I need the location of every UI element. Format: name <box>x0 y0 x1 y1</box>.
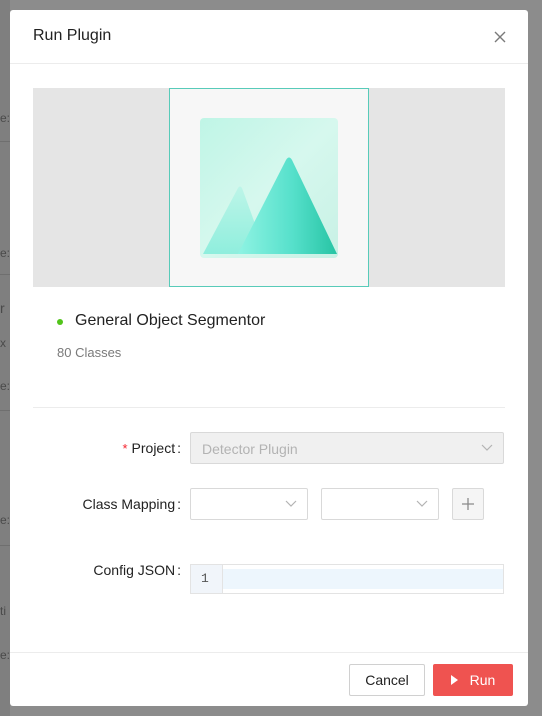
background-text-fragment: e: <box>0 513 11 527</box>
config-json-editor[interactable]: 1 <box>190 564 504 594</box>
class-mapping-source-select[interactable] <box>190 488 308 520</box>
label-colon: : <box>177 562 181 578</box>
plugin-class-count: 80 Classes <box>57 345 122 360</box>
mountain-image-icon <box>200 118 338 258</box>
modal-title: Run Plugin <box>33 27 112 44</box>
line-number: 1 <box>201 571 209 586</box>
background-divider <box>0 545 10 546</box>
add-mapping-button[interactable] <box>452 488 484 520</box>
background-text-fragment: ti <box>0 604 6 618</box>
modal-footer: Cancel Run <box>10 652 528 706</box>
project-label-text: Project <box>131 440 176 456</box>
close-button[interactable] <box>490 27 510 47</box>
plugin-preview <box>33 88 505 287</box>
run-button-label: Run <box>469 672 496 688</box>
background-text-fragment: e: <box>0 648 11 662</box>
chevron-down-icon <box>416 500 428 507</box>
chevron-down-icon <box>481 444 493 451</box>
background-divider <box>0 410 10 411</box>
class-mapping-target-select[interactable] <box>321 488 439 520</box>
editor-active-line[interactable] <box>223 569 503 589</box>
play-icon <box>450 675 458 685</box>
plugin-thumbnail <box>169 88 369 287</box>
background-text-fragment: e: <box>0 246 11 260</box>
cancel-button-label: Cancel <box>365 672 409 688</box>
modal-header: Run Plugin <box>10 10 528 64</box>
label-colon: : <box>177 496 181 512</box>
project-select[interactable]: Detector Plugin <box>190 432 504 464</box>
project-select-value: Detector Plugin <box>202 441 298 457</box>
background-text-fragment: e: <box>0 111 11 125</box>
background-divider <box>0 141 10 142</box>
status-indicator <box>57 319 63 325</box>
close-icon <box>494 31 506 43</box>
class-mapping-label-text: Class Mapping <box>82 496 176 512</box>
background-text-fragment: x <box>0 336 6 350</box>
plugin-name: General Object Segmentor <box>75 312 266 329</box>
label-colon: : <box>177 440 181 456</box>
editor-gutter: 1 <box>191 565 223 593</box>
background-text-fragment: e: <box>0 379 11 393</box>
run-button[interactable]: Run <box>433 664 513 696</box>
class-mapping-label: Class Mapping: <box>83 496 182 512</box>
background-divider <box>0 274 10 275</box>
project-label: * Project: <box>122 440 181 456</box>
cancel-button[interactable]: Cancel <box>349 664 425 696</box>
chevron-down-icon <box>285 500 297 507</box>
required-marker: * <box>122 441 128 456</box>
plus-icon <box>462 498 474 510</box>
config-json-label: Config JSON: <box>93 562 181 578</box>
background-text-fragment: r <box>0 300 5 316</box>
run-plugin-modal: Run Plugin General Object Segmentor 80 C… <box>10 10 528 706</box>
config-json-label-text: Config JSON <box>93 562 176 578</box>
background-page-edge: e: e: r x e: e: ti e: <box>0 0 10 716</box>
section-divider <box>33 407 505 408</box>
